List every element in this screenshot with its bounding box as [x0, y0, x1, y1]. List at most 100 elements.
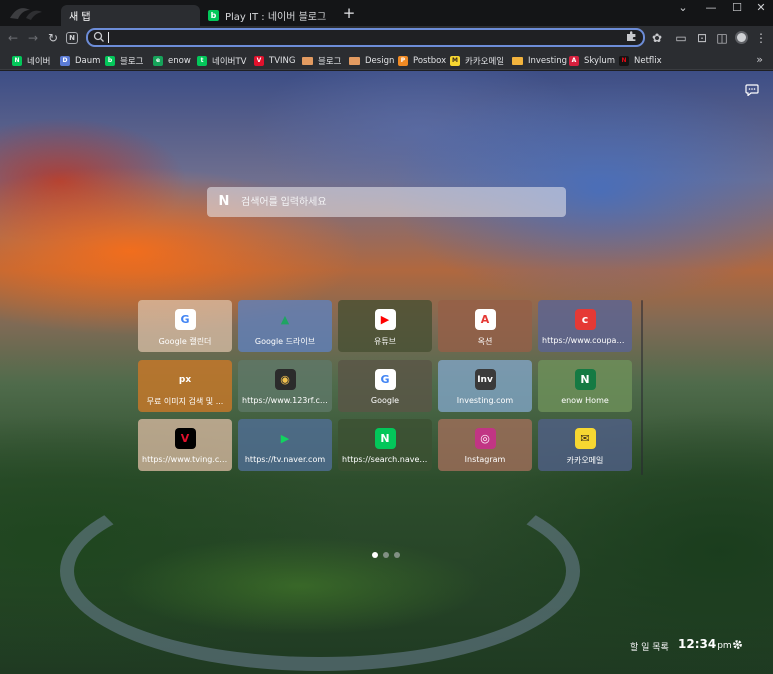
screenshot-icon[interactable]: ⊡ [693, 29, 711, 47]
shortcut-label: https://www.123rf.co... [242, 396, 328, 405]
shortcut-label: Google [370, 396, 400, 405]
tab-strip: 새 탭 b Play IT : 네이버 블로그 + ⌄ — ☐ ✕ [0, 0, 773, 26]
address-bar[interactable] [86, 28, 645, 47]
bookmark-kakao-mail[interactable]: M 카카오메일 [450, 54, 504, 67]
enow-icon: e [153, 55, 163, 66]
background-river [60, 471, 580, 671]
tab-new-tab[interactable]: 새 탭 [61, 5, 200, 26]
kebab-menu-icon[interactable]: ⋮ [752, 29, 770, 47]
shortcut-tile[interactable]: ▲ Google 드라이브 [238, 300, 332, 352]
shortcut-label: https://search.naver.c... [342, 455, 428, 464]
extensions-icon[interactable]: ✿ [648, 29, 666, 47]
shortcut-grid: G Google 캘린더 ▲ Google 드라이브 ▶ 유튜브 A 옥션 c https://w… [138, 300, 638, 475]
shortcut-label: 무료 이미지 검색 및 ... [146, 397, 224, 406]
new-tab-button[interactable]: + [341, 4, 357, 22]
reload-icon[interactable]: ↻ [44, 29, 62, 47]
bookmark-tving[interactable]: V TVING [254, 54, 295, 67]
shortcut-label: Investing.com [456, 396, 514, 405]
folder-icon [349, 56, 360, 65]
pixabay-icon: px [178, 374, 192, 385]
naver-tv-icon: t [197, 55, 207, 66]
bookmark-skylum[interactable]: A Skylum [569, 54, 615, 67]
toolbar: ← → ↻ N ✿ ▭ ⊡ ◫ ⋮ [0, 26, 773, 50]
split-view-icon[interactable]: ◫ [713, 29, 731, 47]
shortcut-label: enow Home [561, 396, 609, 405]
bookmark-blog[interactable]: b 블로그 [105, 54, 143, 67]
page-dot[interactable] [372, 552, 378, 558]
shortcut-tile[interactable]: Vhttps://www.tving.com [138, 419, 232, 471]
youtube-icon: ▶ [374, 309, 396, 330]
back-arrow-icon[interactable]: ← [4, 29, 22, 47]
auction-icon: A [474, 309, 496, 330]
folder-icon [302, 56, 313, 65]
shortcut-tile[interactable]: ◎ Instagram [438, 419, 532, 471]
naver-blog-icon: b [105, 55, 115, 66]
shortcut-tile[interactable]: ✉ 카카오메일 [538, 419, 632, 471]
bookmark-daum[interactable]: D Daum [60, 54, 100, 67]
skylum-icon: A [569, 55, 579, 66]
shortcut-tile[interactable]: Nenow Home [538, 360, 632, 412]
postbox-icon: P [398, 55, 408, 66]
shortcut-scrollbar[interactable] [641, 300, 643, 475]
naver-tv-icon: ▶ [280, 432, 290, 445]
maximize-icon[interactable]: ☐ [724, 0, 750, 18]
clock-ampm: pm [717, 641, 732, 651]
123rf-icon: ◉ [274, 369, 296, 390]
shortcut-label: 옥션 [477, 337, 493, 346]
bookmarks-bar: N 네이버 D Daum b 블로그 e enow t 네이버TV V TVING 블로그 … [0, 50, 773, 70]
tab-play-it[interactable]: b Play IT : 네이버 블로그 [200, 5, 335, 26]
shortcut-label: https://tv.naver.com [244, 455, 326, 464]
close-icon[interactable]: ✕ [748, 0, 773, 18]
shortcut-tile[interactable]: ▶ https://tv.naver.com [238, 419, 332, 471]
coupang-icon: c [574, 309, 596, 330]
shortcut-tile[interactable]: px 무료 이미지 검색 및 ... [138, 360, 232, 412]
cast-icon[interactable]: ▭ [672, 29, 690, 47]
bookmark-naver[interactable]: N 네이버 [12, 54, 50, 67]
shortcut-tile[interactable]: Nhttps://search.naver.c... [338, 419, 432, 471]
shortcut-label: Google 캘린더 [158, 337, 212, 346]
forward-arrow-icon[interactable]: → [24, 29, 42, 47]
bookmark-naver-tv[interactable]: t 네이버TV [197, 54, 246, 67]
shortcut-tile[interactable]: G Google [338, 360, 432, 412]
shortcut-tile[interactable]: ◉ https://www.123rf.co... [238, 360, 332, 412]
bookmark-folder-design[interactable]: Design [349, 54, 394, 67]
shortcut-tile[interactable]: A 옥션 [438, 300, 532, 352]
naver-icon: N [12, 55, 22, 66]
bookmark-folder-blog[interactable]: 블로그 [302, 54, 341, 67]
google-g-icon: G [374, 369, 396, 390]
shortcut-tile[interactable]: G Google 캘린더 [138, 300, 232, 352]
bookmarks-overflow-icon[interactable]: » [756, 53, 763, 66]
text-caret [108, 32, 109, 43]
shortcut-label: Instagram [464, 455, 506, 464]
tving-icon: V [174, 428, 196, 449]
bookmark-netflix[interactable]: N Netflix [619, 54, 662, 67]
naver-home-icon[interactable]: N [66, 32, 78, 44]
todo-list-link[interactable]: 할 일 목록 [630, 640, 669, 653]
bookmark-enow[interactable]: e enow [153, 54, 191, 67]
tab-title: Play IT : 네이버 블로그 [225, 12, 327, 23]
shortcut-tile[interactable]: ▶ 유튜브 [338, 300, 432, 352]
tab-search-chevron-icon[interactable]: ⌄ [670, 0, 696, 18]
naver-icon: N [374, 428, 396, 449]
shortcut-label: 유튜브 [373, 337, 397, 346]
naver-search-box[interactable]: N [207, 187, 566, 217]
shortcut-tile[interactable]: c https://www.coupang... [538, 300, 632, 352]
investing-icon: Inv [474, 369, 496, 390]
profile-avatar[interactable] [735, 31, 748, 44]
shortcut-label: 카카오메일 [566, 456, 604, 465]
shortcut-tile[interactable]: Inv Investing.com [438, 360, 532, 412]
address-input[interactable] [110, 30, 610, 45]
page-dot[interactable] [383, 552, 389, 558]
netflix-icon: N [619, 55, 629, 66]
google-drive-icon: ▲ [280, 313, 290, 326]
minimize-icon[interactable]: — [698, 0, 724, 18]
enow-icon: N [574, 369, 596, 390]
settings-gear-icon[interactable] [731, 638, 744, 651]
feedback-chat-icon[interactable] [745, 84, 759, 96]
bookmark-postbox[interactable]: P Postbox [398, 54, 446, 67]
bookmark-folder-investing[interactable]: Investing [512, 54, 567, 67]
page-dot[interactable] [394, 552, 400, 558]
extension-puzzle-icon[interactable] [626, 31, 637, 42]
folder-icon [512, 56, 523, 65]
search-input[interactable] [241, 192, 541, 212]
